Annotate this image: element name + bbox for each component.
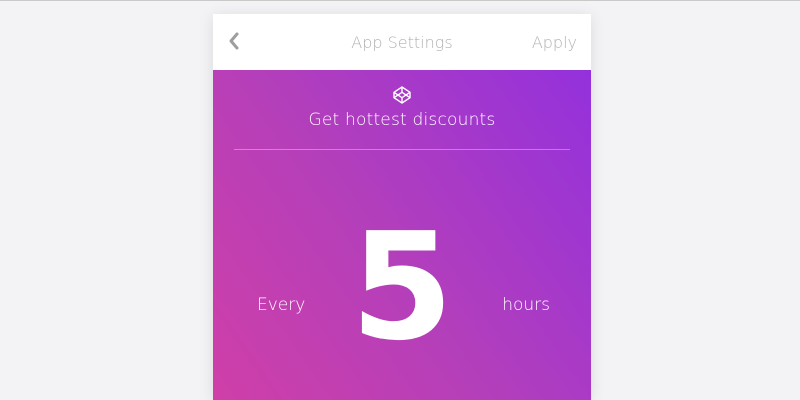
interval-value[interactable]: 5: [213, 213, 591, 361]
nav-bar: App Settings Apply: [213, 14, 591, 70]
interval-unit: hours: [502, 295, 550, 315]
settings-card: App Settings Apply Get hottest discounts…: [213, 14, 591, 400]
discount-panel: Get hottest discounts Every 5 hours: [213, 70, 591, 400]
apply-button[interactable]: Apply: [532, 33, 577, 52]
codepen-icon: [392, 85, 412, 105]
divider: [234, 149, 570, 150]
top-border: [0, 0, 800, 1]
headline: Get hottest discounts: [308, 110, 496, 130]
